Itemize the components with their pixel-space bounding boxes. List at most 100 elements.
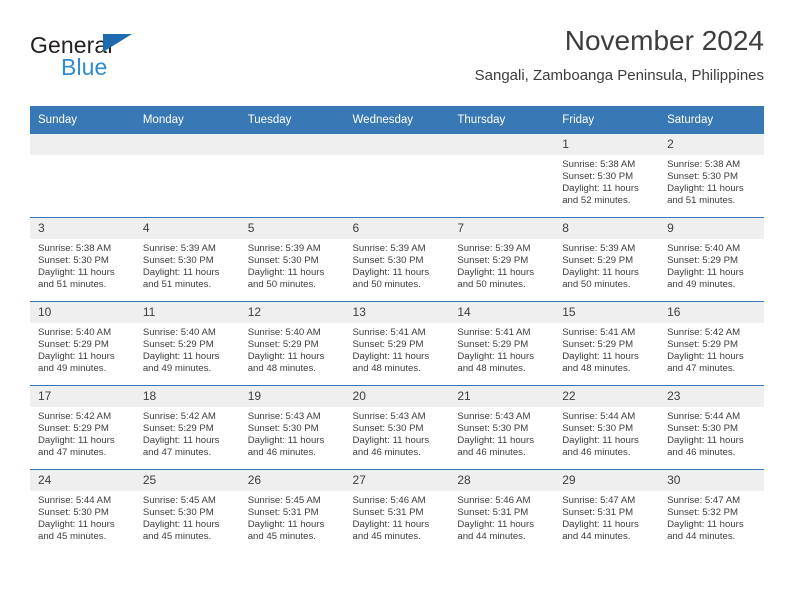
day-info-line: Sunset: 5:30 PM xyxy=(562,171,634,183)
page-header: General Blue November 2024 Sangali, Zamb… xyxy=(30,24,764,100)
calendar-day-cell[interactable]: 29 Sunrise: 5:47 AM Sunset: 5:31 PM Dayligh… xyxy=(554,469,660,553)
day-number: 19 xyxy=(239,386,345,407)
day-info-line: Sunset: 5:29 PM xyxy=(142,339,214,351)
day-info-line: Sunrise: 5:44 AM xyxy=(667,411,741,422)
calendar-day-cell[interactable]: 10 Sunrise: 5:40 AM Sunset: 5:29 PM Dayligh… xyxy=(30,301,135,386)
calendar-day-cell[interactable]: 30 Sunrise: 5:47 AM Sunset: 5:32 PM Dayligh… xyxy=(659,469,764,553)
calendar-day-cell[interactable]: 2 Sunrise: 5:38 AM Sunset: 5:30 PM Daylight… xyxy=(659,134,764,218)
calendar-day-cell[interactable]: 5 Sunrise: 5:39 AM Sunset: 5:30 PM Daylight… xyxy=(239,217,345,302)
day-number: 16 xyxy=(659,302,764,323)
day-info-line: Sunset: 5:29 PM xyxy=(38,423,109,435)
day-number: 12 xyxy=(239,302,345,323)
calendar-page: General Blue November 2024 Sangali, Zamb… xyxy=(0,0,792,612)
day-info-line: Sunrise: 5:43 AM xyxy=(352,411,426,422)
day-info-line: Sunrise: 5:46 AM xyxy=(352,495,426,506)
calendar-week-row: 10 Sunrise: 5:40 AM Sunset: 5:29 PM Dayligh… xyxy=(30,301,764,386)
day-info-line: Daylight: 11 hours xyxy=(352,267,430,279)
calendar-day-cell[interactable]: 6 Sunrise: 5:39 AM Sunset: 5:30 PM Daylight… xyxy=(344,217,450,302)
day-info-line: Sunrise: 5:45 AM xyxy=(142,495,216,506)
calendar-day-cell[interactable]: 20 Sunrise: 5:43 AM Sunset: 5:30 PM Dayligh… xyxy=(344,385,450,470)
day-info-line: Sunset: 5:30 PM xyxy=(352,255,424,267)
day-info-line: Sunrise: 5:43 AM xyxy=(457,411,531,422)
calendar-day-cell[interactable]: 28 Sunrise: 5:46 AM Sunset: 5:31 PM Dayligh… xyxy=(449,469,555,553)
day-info-line: and 52 minutes. xyxy=(562,195,631,207)
calendar-week-row: 3 Sunrise: 5:38 AM Sunset: 5:30 PM Daylight… xyxy=(30,217,764,302)
calendar-day-cell[interactable]: 18 Sunrise: 5:42 AM Sunset: 5:29 PM Dayligh… xyxy=(134,385,240,470)
day-sun-info: Sunrise: 5:45 AM Sunset: 5:31 PM Daylight:… xyxy=(240,491,345,543)
day-sun-info: Sunrise: 5:40 AM Sunset: 5:29 PM Daylight:… xyxy=(30,323,135,375)
page-subtitle: Sangali, Zamboanga Peninsula, Philippine… xyxy=(474,67,764,84)
day-info-line: Sunset: 5:29 PM xyxy=(667,339,738,351)
day-info-line: Sunrise: 5:39 AM xyxy=(247,243,321,254)
day-info-line: Sunrise: 5:39 AM xyxy=(352,243,426,254)
calendar-day-cell[interactable]: 4 Sunrise: 5:39 AM Sunset: 5:30 PM Daylight… xyxy=(134,217,240,302)
day-number: 14 xyxy=(449,302,555,323)
day-number xyxy=(30,134,135,155)
calendar-day-cell[interactable]: 11 Sunrise: 5:40 AM Sunset: 5:29 PM Dayligh… xyxy=(134,301,240,386)
day-info-line: and 51 minutes. xyxy=(38,279,107,291)
logo-text-blue: Blue xyxy=(61,54,108,80)
calendar-day-cell[interactable]: 24 Sunrise: 5:44 AM Sunset: 5:30 PM Dayligh… xyxy=(30,469,135,553)
calendar-day-cell[interactable]: 7 Sunrise: 5:39 AM Sunset: 5:29 PM Daylight… xyxy=(449,217,555,302)
day-number xyxy=(449,134,555,155)
day-info-line: Sunrise: 5:38 AM xyxy=(38,243,112,254)
day-number: 10 xyxy=(30,302,135,323)
calendar-day-cell[interactable]: 14 Sunrise: 5:41 AM Sunset: 5:29 PM Dayligh… xyxy=(449,301,555,386)
day-info-line: Sunrise: 5:47 AM xyxy=(667,495,741,506)
day-info-line: Daylight: 11 hours xyxy=(562,267,639,279)
day-info-line: and 45 minutes. xyxy=(142,531,212,543)
calendar-day-cell[interactable]: 23 Sunrise: 5:44 AM Sunset: 5:30 PM Dayligh… xyxy=(659,385,764,470)
calendar-day-cell[interactable]: 3 Sunrise: 5:38 AM Sunset: 5:30 PM Daylight… xyxy=(30,217,135,302)
day-info-line: and 48 minutes. xyxy=(562,363,631,375)
day-info-line: Daylight: 11 hours xyxy=(562,183,639,195)
calendar-day-cell-empty xyxy=(134,134,240,218)
calendar-day-cell-empty xyxy=(449,134,555,218)
day-info-line: and 44 minutes. xyxy=(562,531,631,543)
day-sun-info: Sunrise: 5:42 AM Sunset: 5:29 PM Daylight:… xyxy=(30,407,135,459)
calendar-day-cell[interactable]: 12 Sunrise: 5:40 AM Sunset: 5:29 PM Dayligh… xyxy=(239,301,345,386)
weekday-header-tuesday: Tuesday xyxy=(239,106,345,134)
calendar-day-cell[interactable]: 17 Sunrise: 5:42 AM Sunset: 5:29 PM Dayligh… xyxy=(30,385,135,470)
calendar-week-row: 1 Sunrise: 5:38 AM Sunset: 5:30 PM Daylight… xyxy=(30,134,764,218)
day-info-line: and 46 minutes. xyxy=(562,447,631,459)
day-info-line: Daylight: 11 hours xyxy=(38,519,115,531)
calendar-day-cell[interactable]: 25 Sunrise: 5:45 AM Sunset: 5:30 PM Dayligh… xyxy=(134,469,240,553)
weekday-header-monday: Monday xyxy=(134,106,240,134)
day-info-line: and 47 minutes. xyxy=(38,447,107,459)
calendar-day-cell[interactable]: 22 Sunrise: 5:44 AM Sunset: 5:30 PM Dayligh… xyxy=(554,385,660,470)
day-sun-info: Sunrise: 5:43 AM Sunset: 5:30 PM Daylight:… xyxy=(345,407,450,459)
calendar-day-cell[interactable]: 1 Sunrise: 5:38 AM Sunset: 5:30 PM Daylight… xyxy=(554,134,660,218)
calendar-day-cell[interactable]: 26 Sunrise: 5:45 AM Sunset: 5:31 PM Dayligh… xyxy=(239,469,345,553)
day-info-line: Sunrise: 5:39 AM xyxy=(562,243,636,254)
calendar-week-row: 24 Sunrise: 5:44 AM Sunset: 5:30 PM Dayligh… xyxy=(30,469,764,553)
day-number: 15 xyxy=(554,302,660,323)
day-info-line: Sunset: 5:30 PM xyxy=(667,423,738,435)
day-info-line: Sunrise: 5:44 AM xyxy=(562,411,636,422)
general-blue-logo[interactable]: General Blue xyxy=(30,32,240,90)
calendar-day-cell[interactable]: 15 Sunrise: 5:41 AM Sunset: 5:29 PM Dayligh… xyxy=(554,301,660,386)
day-info-line: Sunrise: 5:41 AM xyxy=(352,327,426,338)
day-number: 13 xyxy=(344,302,450,323)
day-info-line: Sunset: 5:31 PM xyxy=(457,507,529,519)
day-sun-info: Sunrise: 5:39 AM Sunset: 5:30 PM Daylight:… xyxy=(135,239,240,291)
day-info-line: and 51 minutes. xyxy=(142,279,212,291)
day-number: 26 xyxy=(239,470,345,491)
day-sun-info: Sunrise: 5:39 AM Sunset: 5:29 PM Daylight:… xyxy=(449,239,554,291)
day-info-line: Sunset: 5:30 PM xyxy=(38,255,109,267)
day-info-line: Daylight: 11 hours xyxy=(457,435,534,447)
calendar-day-cell[interactable]: 27 Sunrise: 5:46 AM Sunset: 5:31 PM Dayligh… xyxy=(344,469,450,553)
calendar-day-cell[interactable]: 21 Sunrise: 5:43 AM Sunset: 5:30 PM Dayligh… xyxy=(449,385,555,470)
day-number: 22 xyxy=(554,386,660,407)
calendar-day-cell[interactable]: 8 Sunrise: 5:39 AM Sunset: 5:29 PM Daylight… xyxy=(554,217,660,302)
calendar-day-cell[interactable]: 19 Sunrise: 5:43 AM Sunset: 5:30 PM Dayligh… xyxy=(239,385,345,470)
weekday-header-thursday: Thursday xyxy=(449,106,555,134)
day-info-line: Daylight: 11 hours xyxy=(38,267,115,279)
day-info-line: Sunrise: 5:42 AM xyxy=(38,411,112,422)
calendar-day-cell[interactable]: 16 Sunrise: 5:42 AM Sunset: 5:29 PM Dayligh… xyxy=(659,301,764,386)
day-info-line: Sunrise: 5:47 AM xyxy=(562,495,636,506)
day-info-line: Daylight: 11 hours xyxy=(142,519,220,531)
calendar-day-cell[interactable]: 13 Sunrise: 5:41 AM Sunset: 5:29 PM Dayligh… xyxy=(344,301,450,386)
day-info-line: Daylight: 11 hours xyxy=(38,351,115,363)
day-number xyxy=(134,134,240,155)
calendar-day-cell[interactable]: 9 Sunrise: 5:40 AM Sunset: 5:29 PM Daylight… xyxy=(659,217,764,302)
